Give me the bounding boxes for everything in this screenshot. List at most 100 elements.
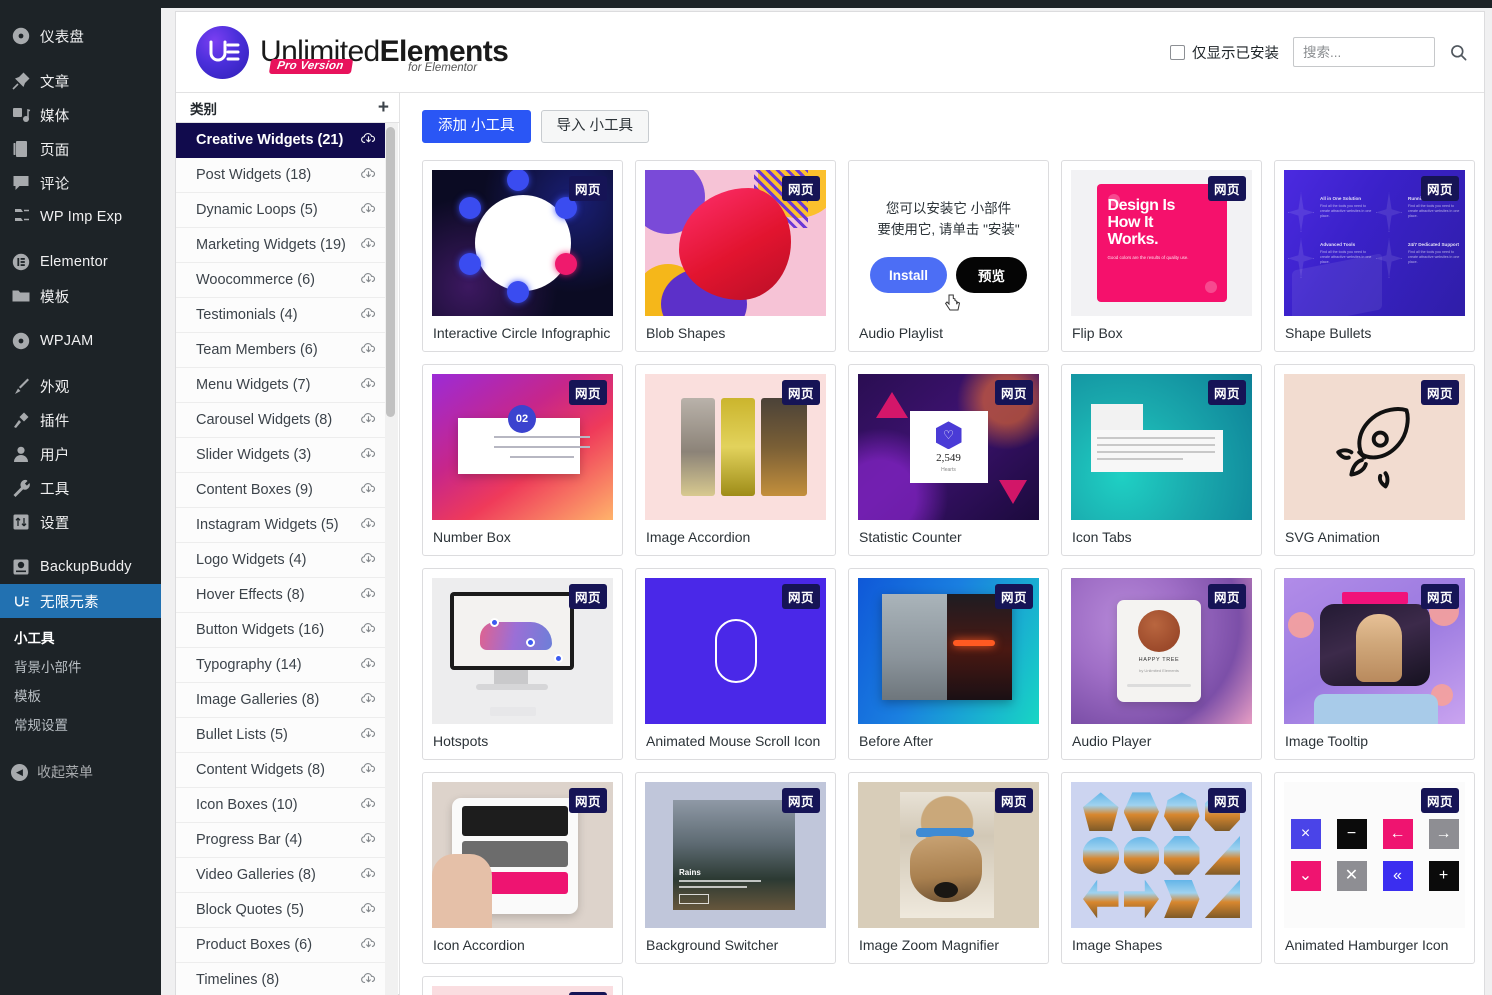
category-item[interactable]: Block Quotes (5) <box>176 893 385 928</box>
category-item[interactable]: Progress Bar (4) <box>176 823 385 858</box>
sidebar-item-3[interactable]: 页面 <box>0 132 161 166</box>
category-item[interactable]: Hover Effects (8) <box>176 578 385 613</box>
sidebar-item-14[interactable]: BackupBuddy <box>0 550 161 584</box>
category-item[interactable]: Dynamic Loops (5) <box>176 193 385 228</box>
widget-card[interactable]: 网页 Image Zoom Magnifier <box>848 772 1049 965</box>
preview-button[interactable]: 预览 <box>956 257 1027 294</box>
widget-card[interactable]: 02 网页 Number Box <box>422 364 623 557</box>
sidebar-subitem-templates[interactable]: 模板 <box>0 682 161 711</box>
category-item[interactable]: Typography (14) <box>176 648 385 683</box>
widget-card[interactable]: 网页 Image Tooltip <box>1274 568 1475 761</box>
widget-card[interactable]: 网页 Interactive Circle Infographic <box>422 160 623 353</box>
category-item[interactable]: Image Galleries (8) <box>176 683 385 718</box>
widget-card[interactable]: ♡ 2,549 Hearts 网页 Statistic Counter <box>848 364 1049 557</box>
download-cloud-icon[interactable] <box>360 235 377 256</box>
category-item[interactable]: Instagram Widgets (5) <box>176 508 385 543</box>
sidebar-item-unlimited-elements[interactable]: 无限元素 <box>0 584 169 618</box>
sidebar-item-0[interactable]: 仪表盘 <box>0 19 161 53</box>
sidebar-item-2[interactable]: 媒体 <box>0 98 161 132</box>
download-cloud-icon[interactable] <box>360 410 377 431</box>
widget-card[interactable]: 网页 Image Shapes <box>1061 772 1262 965</box>
category-item[interactable]: Menu Widgets (7) <box>176 368 385 403</box>
widget-card[interactable]: 网页 <box>422 976 623 995</box>
categories-scrollbar-thumb[interactable] <box>386 127 395 417</box>
category-item[interactable]: Product Boxes (6) <box>176 928 385 963</box>
installed-only-checkbox[interactable]: 仅显示已安装 <box>1170 42 1279 63</box>
download-cloud-icon[interactable] <box>360 900 377 921</box>
download-cloud-icon[interactable] <box>360 655 377 676</box>
widget-card[interactable]: HAPPY TREE by Unlimited Elements 网页 Audio P… <box>1061 568 1262 761</box>
sidebar-item-1[interactable]: 文章 <box>0 64 161 98</box>
download-cloud-icon[interactable] <box>360 270 377 291</box>
sidebar-item-6[interactable]: Elementor <box>0 245 161 279</box>
download-cloud-icon[interactable] <box>360 340 377 361</box>
download-cloud-icon[interactable] <box>360 200 377 221</box>
download-cloud-icon[interactable] <box>360 445 377 466</box>
category-item[interactable]: Icon Boxes (10) <box>176 788 385 823</box>
collapse-menu-button[interactable]: ◀ 收起菜单 <box>0 756 161 788</box>
search-icon[interactable] <box>1449 43 1468 62</box>
download-cloud-icon[interactable] <box>360 970 377 991</box>
download-cloud-icon[interactable] <box>360 725 377 746</box>
add-widget-button[interactable]: 添加 小工具 <box>422 110 531 144</box>
widget-card[interactable]: 您可以安装它 小部件 要使用它, 请单击 "安装" Install 预览 Audio P… <box>848 160 1049 353</box>
checkbox-box[interactable] <box>1170 44 1185 60</box>
download-cloud-icon[interactable] <box>360 690 377 711</box>
download-cloud-icon[interactable] <box>360 620 377 641</box>
sidebar-item-12[interactable]: 工具 <box>0 471 161 505</box>
import-widget-button[interactable]: 导入 小工具 <box>540 110 650 144</box>
sidebar-item-8[interactable]: WPJAM <box>0 324 161 358</box>
category-item[interactable]: Content Widgets (8) <box>176 753 385 788</box>
category-item[interactable]: Post Widgets (18) <box>176 158 385 193</box>
category-item[interactable]: Testimonials (4) <box>176 298 385 333</box>
search-input[interactable] <box>1303 44 1425 60</box>
sidebar-item-4[interactable]: 评论 <box>0 166 161 200</box>
sidebar-subitem-widgets[interactable]: 小工具 <box>0 624 161 653</box>
sidebar-item-9[interactable]: 外观 <box>0 369 161 403</box>
sidebar-item-13[interactable]: 设置 <box>0 505 161 539</box>
category-item[interactable]: Timelines (8) <box>176 963 385 995</box>
download-cloud-icon[interactable] <box>360 585 377 606</box>
download-cloud-icon[interactable] <box>360 830 377 851</box>
category-item[interactable]: Slider Widgets (3) <box>176 438 385 473</box>
widget-card[interactable]: × − ← → ⌄ ✕ «+ 网页 Animated Hamburger Icon <box>1274 772 1475 965</box>
sidebar-subitem-general-settings[interactable]: 常规设置 <box>0 711 161 740</box>
download-cloud-icon[interactable] <box>360 480 377 501</box>
widget-card[interactable]: 网页 Before After <box>848 568 1049 761</box>
category-item[interactable]: Team Members (6) <box>176 333 385 368</box>
sidebar-item-10[interactable]: 插件 <box>0 403 161 437</box>
widget-card[interactable]: 网页 Blob Shapes <box>635 160 836 353</box>
download-cloud-icon[interactable] <box>360 935 377 956</box>
widget-card[interactable]: All in One Solution Find all the tools yo… <box>1274 160 1475 353</box>
categories-scrollbar[interactable] <box>385 123 398 995</box>
download-cloud-icon[interactable] <box>360 550 377 571</box>
search-box[interactable] <box>1293 37 1435 67</box>
widget-card[interactable]: 网页 SVG Animation <box>1274 364 1475 557</box>
widget-card[interactable]: Rains 网页 Background Switcher <box>635 772 836 965</box>
add-category-button[interactable]: + <box>378 98 389 117</box>
install-button[interactable]: Install <box>869 257 947 294</box>
download-cloud-icon[interactable] <box>360 865 377 886</box>
categories-list[interactable]: Creative Widgets (21) Post Widgets (18) Dy… <box>176 123 399 995</box>
widget-card[interactable]: 网页 Animated Mouse Scroll Icon <box>635 568 836 761</box>
category-item[interactable]: Woocommerce (6) <box>176 263 385 298</box>
category-item[interactable]: Marketing Widgets (19) <box>176 228 385 263</box>
widget-card[interactable]: 网页 Hotspots <box>422 568 623 761</box>
category-item[interactable]: Content Boxes (9) <box>176 473 385 508</box>
download-cloud-icon[interactable] <box>360 305 377 326</box>
sidebar-item-11[interactable]: 用户 <box>0 437 161 471</box>
widget-card[interactable]: Design Is How It Works. Good colors are the… <box>1061 160 1262 353</box>
category-item[interactable]: Carousel Widgets (8) <box>176 403 385 438</box>
category-item[interactable]: Video Galleries (8) <box>176 858 385 893</box>
category-item[interactable]: Creative Widgets (21) <box>176 123 385 158</box>
category-item[interactable]: Logo Widgets (4) <box>176 543 385 578</box>
download-cloud-icon[interactable] <box>360 795 377 816</box>
sidebar-subitem-background-widgets[interactable]: 背景小部件 <box>0 653 161 682</box>
category-item[interactable]: Bullet Lists (5) <box>176 718 385 753</box>
download-cloud-icon[interactable] <box>360 515 377 536</box>
download-cloud-icon[interactable] <box>360 375 377 396</box>
widget-card[interactable]: 网页 Icon Accordion <box>422 772 623 965</box>
category-item[interactable]: Button Widgets (16) <box>176 613 385 648</box>
sidebar-item-5[interactable]: WP Imp Exp <box>0 200 161 234</box>
download-cloud-icon[interactable] <box>360 130 377 151</box>
